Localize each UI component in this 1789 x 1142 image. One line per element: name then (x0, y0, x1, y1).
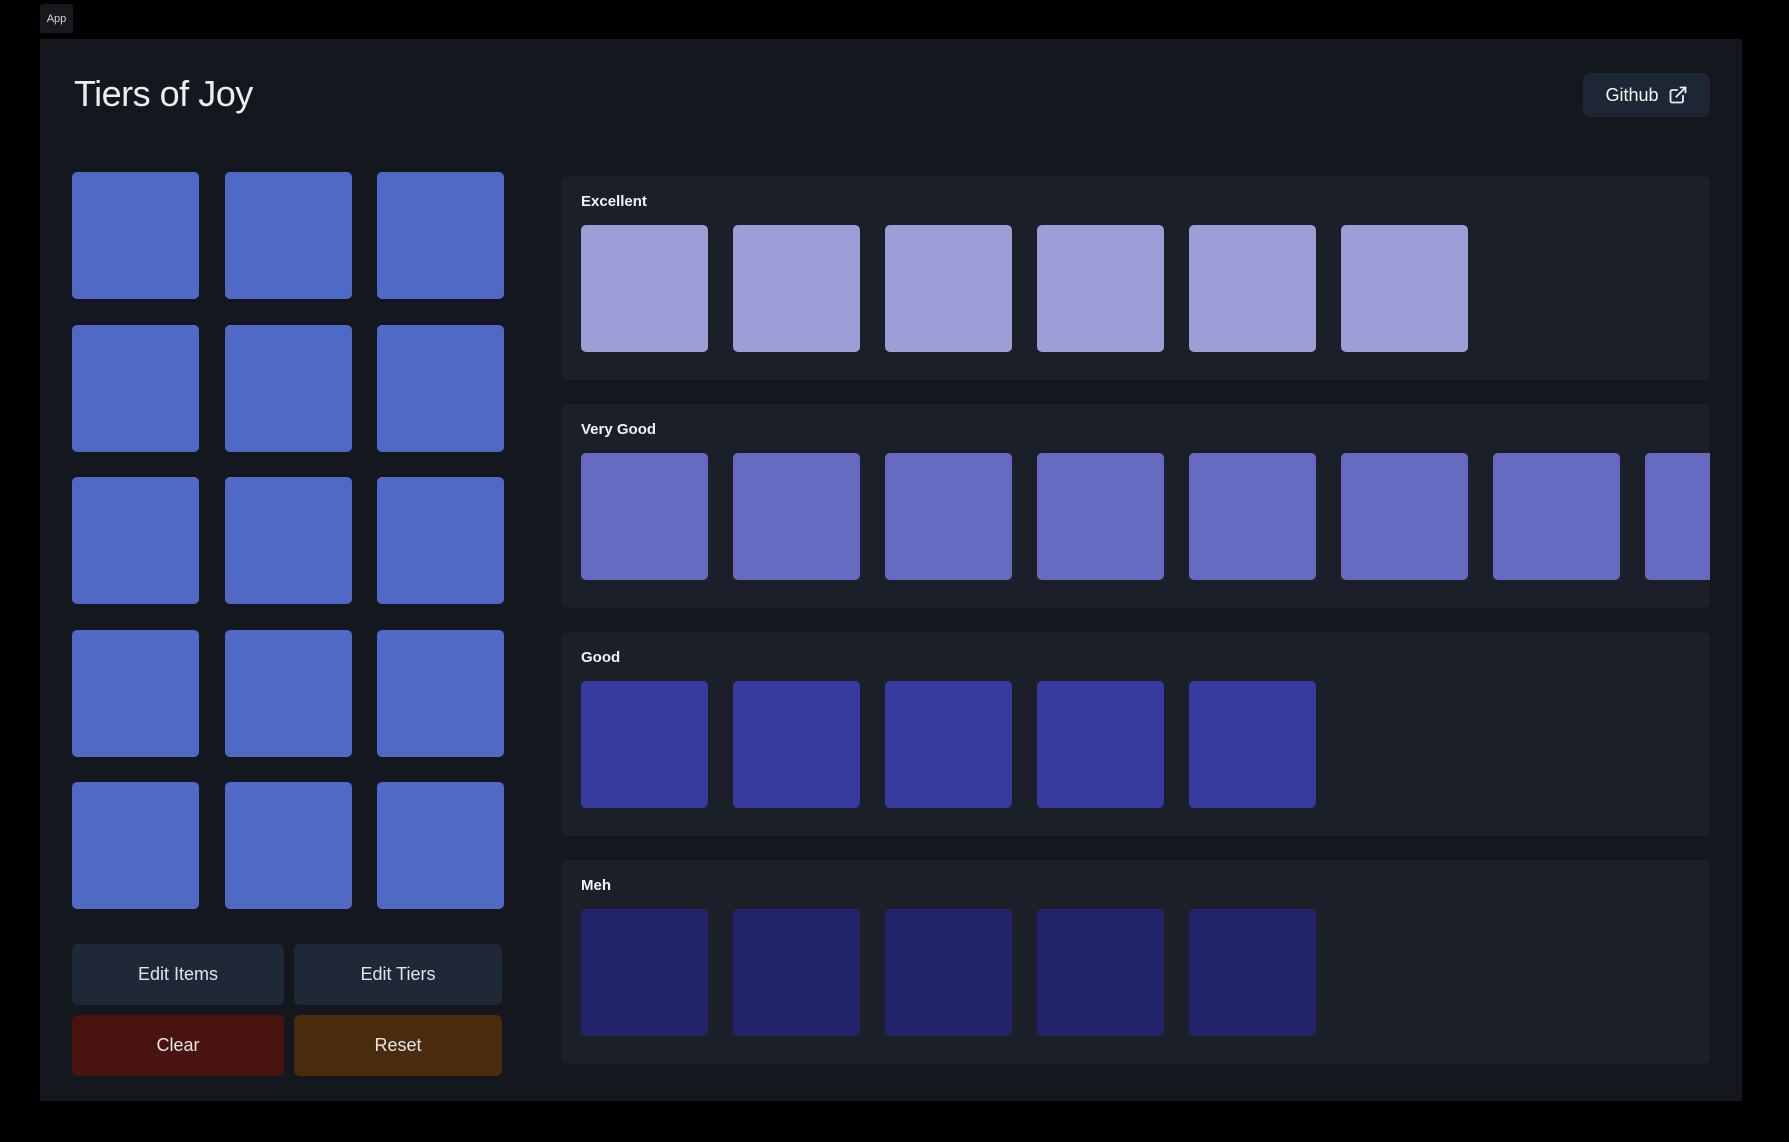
tier-item[interactable] (733, 909, 860, 1036)
tier-item[interactable] (1189, 225, 1316, 352)
clear-button[interactable]: Clear (72, 1015, 284, 1076)
tier-item[interactable] (581, 681, 708, 808)
tier-label: Good (581, 649, 621, 666)
tier-item[interactable] (733, 453, 860, 580)
tier-item[interactable] (733, 225, 860, 352)
tier-items (581, 909, 1710, 1036)
tier-item[interactable] (1037, 681, 1164, 808)
tier-items (581, 453, 1710, 580)
item-pool (72, 172, 504, 909)
tier-row[interactable]: Very Good (561, 404, 1710, 608)
tier-item[interactable] (581, 225, 708, 352)
reset-label: Reset (374, 1035, 422, 1055)
tier-label: Excellent (581, 193, 647, 210)
pool-item[interactable] (72, 477, 199, 604)
tier-row[interactable]: Meh (561, 860, 1710, 1064)
pool-item[interactable] (224, 477, 352, 604)
app-tab-badge[interactable]: App (40, 4, 73, 33)
tier-item[interactable] (733, 681, 860, 808)
pool-item[interactable] (377, 782, 504, 909)
pool-item[interactable] (72, 172, 199, 299)
tier-item[interactable] (885, 225, 1012, 352)
tier-row[interactable]: Excellent (561, 176, 1710, 380)
tier-item[interactable] (1037, 909, 1164, 1036)
tier-item[interactable] (1189, 681, 1316, 808)
tier-item[interactable] (885, 909, 1012, 1036)
tier-item[interactable] (1037, 225, 1164, 352)
tier-item[interactable] (1189, 453, 1316, 580)
edit-tiers-button[interactable]: Edit Tiers (294, 944, 502, 1005)
edit-items-button[interactable]: Edit Items (72, 944, 284, 1005)
pool-item[interactable] (72, 629, 199, 757)
tier-row[interactable]: Good (561, 632, 1710, 836)
tier-item[interactable] (581, 453, 708, 580)
tier-item[interactable] (581, 909, 708, 1036)
clear-label: Clear (156, 1035, 200, 1055)
pool-item[interactable] (224, 324, 352, 452)
pool-item[interactable] (377, 324, 504, 452)
tier-item[interactable] (1189, 909, 1316, 1036)
tier-label: Very Good (581, 421, 657, 438)
pool-item[interactable] (72, 324, 199, 452)
app-tab-label: App (46, 12, 67, 25)
github-button[interactable]: Github (1583, 73, 1710, 117)
page-title: Tiers of Joy (74, 73, 253, 114)
tier-item[interactable] (1341, 225, 1468, 352)
app-window: Tiers of Joy Github Edit Items Edit Tier… (40, 39, 1742, 1101)
tier-list: Excellent Very Good Good Meh (561, 176, 1710, 1088)
tier-items (581, 681, 1710, 808)
pool-item[interactable] (72, 782, 199, 909)
github-button-label: Github (1605, 84, 1659, 105)
tier-item[interactable] (885, 681, 1012, 808)
edit-tiers-label: Edit Tiers (360, 964, 436, 984)
tier-item[interactable] (885, 453, 1012, 580)
pool-item[interactable] (224, 629, 352, 757)
pool-item[interactable] (377, 477, 504, 604)
pool-item[interactable] (377, 172, 504, 299)
external-link-icon (1668, 85, 1688, 105)
edit-items-label: Edit Items (137, 964, 219, 984)
tier-item[interactable] (1493, 453, 1620, 580)
pool-item[interactable] (377, 629, 504, 757)
tier-item[interactable] (1341, 453, 1468, 580)
tier-label: Meh (581, 877, 611, 894)
reset-button[interactable]: Reset (294, 1015, 502, 1076)
pool-item[interactable] (224, 782, 352, 909)
pool-item[interactable] (224, 172, 352, 299)
tier-item[interactable] (1645, 453, 1710, 580)
tier-items (581, 225, 1710, 352)
tier-item[interactable] (1037, 453, 1164, 580)
